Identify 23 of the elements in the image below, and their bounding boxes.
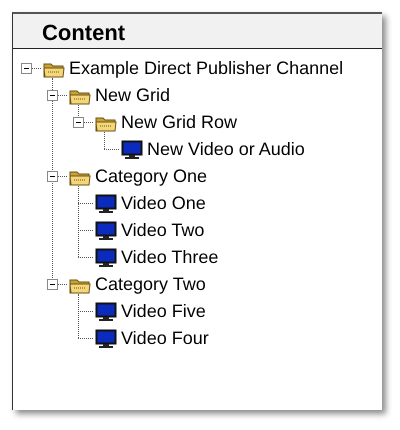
- collapse-toggle[interactable]: [21, 63, 32, 74]
- tree-item[interactable]: New Video or Audio: [147, 136, 305, 163]
- tree-item[interactable]: Video Two: [121, 217, 204, 244]
- collapse-toggle[interactable]: [47, 279, 58, 290]
- monitor-icon: [95, 248, 117, 267]
- tree-item[interactable]: Video Three: [121, 244, 218, 271]
- tree-item[interactable]: Category One: [95, 163, 208, 190]
- tree-item[interactable]: Video Four: [121, 325, 209, 352]
- monitor-icon: [121, 140, 143, 159]
- monitor-icon: [95, 194, 117, 213]
- monitor-icon: [95, 302, 117, 321]
- tree-item[interactable]: Video One: [121, 190, 206, 217]
- tree-item[interactable]: New Grid Row: [121, 109, 238, 136]
- tree-item[interactable]: Category Two: [95, 271, 206, 298]
- panel-title: Content: [13, 14, 382, 49]
- monitor-icon: [95, 329, 117, 348]
- collapse-toggle[interactable]: [73, 117, 84, 128]
- monitor-icon: [95, 221, 117, 240]
- tree-item[interactable]: New Grid: [95, 82, 170, 109]
- collapse-toggle[interactable]: [47, 90, 58, 101]
- collapse-toggle[interactable]: [47, 171, 58, 182]
- tree-item[interactable]: Example Direct Publisher Channel: [69, 55, 344, 82]
- tree-item[interactable]: Video Five: [121, 298, 206, 325]
